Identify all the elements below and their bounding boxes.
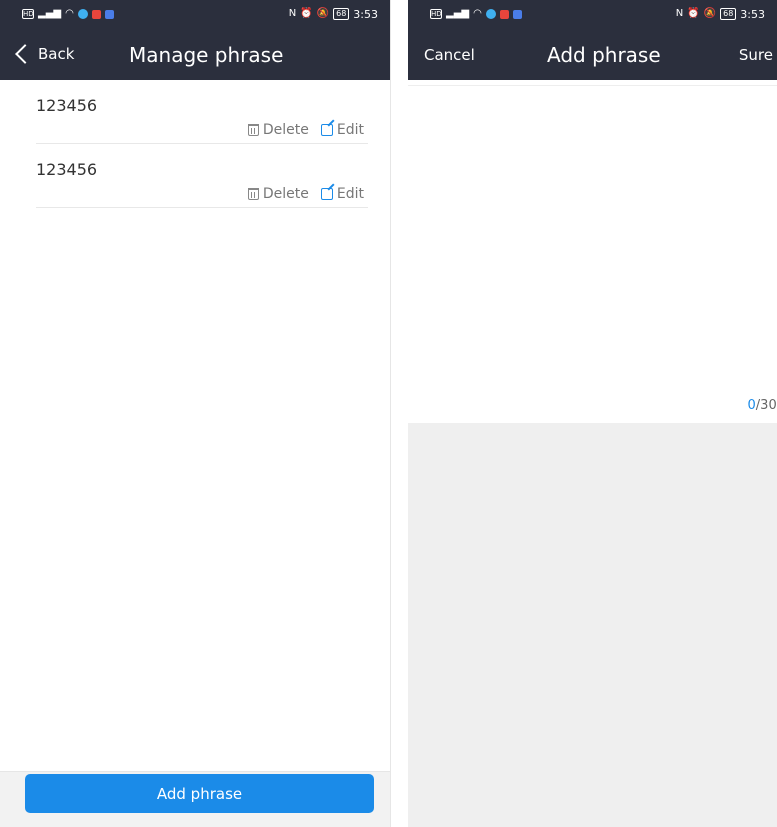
hd-icon: HD [22, 9, 34, 19]
wifi-icon: ◠ [473, 8, 482, 19]
delete-button[interactable]: Delete [247, 122, 309, 138]
edit-label: Edit [336, 122, 364, 138]
app-icon-3 [512, 9, 522, 19]
status-bar: HD ▂▄▆ ◠ N ⏰ 🔕 68 3:53 [0, 0, 390, 28]
edit-label: Edit [336, 186, 364, 202]
alarm-icon: ⏰ [300, 8, 313, 19]
nfc-icon: N [675, 8, 684, 19]
edit-icon [320, 188, 333, 200]
app-icon-2 [91, 9, 101, 19]
delete-label: Delete [262, 122, 309, 138]
phrase-actions: Delete Edit [247, 186, 364, 202]
battery-icon: 68 [333, 8, 350, 20]
page-title: Add phrase [547, 43, 661, 67]
edit-button[interactable]: Edit [320, 186, 364, 202]
phrase-actions: Delete Edit [247, 122, 364, 138]
status-left-icons: HD ▂▄▆ ◠ [430, 8, 522, 20]
nfc-icon: N [288, 8, 297, 19]
nav-bar: Cancel Add phrase Sure [408, 28, 777, 80]
status-time: 3:53 [353, 7, 378, 21]
char-count-max: /300 [755, 398, 777, 413]
chevron-left-icon [15, 44, 35, 64]
alarm-icon: ⏰ [687, 8, 700, 19]
manage-phrase-screen: HD ▂▄▆ ◠ N ⏰ 🔕 68 3:53 Back Manage phras… [0, 0, 391, 827]
hd-icon: HD [430, 9, 442, 19]
status-right-icons: N ⏰ 🔕 68 3:53 [289, 8, 378, 21]
phrase-text: 123456 [36, 96, 98, 115]
status-time: 3:53 [740, 7, 765, 21]
nav-bar: Back Manage phrase [0, 28, 390, 80]
app-icon-1 [485, 9, 496, 19]
app-icon-2 [499, 9, 509, 19]
edit-button[interactable]: Edit [320, 122, 364, 138]
cancel-button[interactable]: Cancel [424, 46, 475, 64]
mute-icon: 🔕 [703, 8, 717, 19]
char-count-current: 0 [747, 398, 756, 413]
trash-icon [247, 124, 259, 136]
wifi-icon: ◠ [65, 8, 74, 19]
delete-button[interactable]: Delete [247, 186, 309, 202]
signal-icon: ▂▄▆ [38, 8, 62, 19]
back-label: Back [38, 45, 75, 63]
bottom-bar: Add phrase [0, 771, 390, 827]
phrase-list: 123456 Delete Edit 123456 Delete Edit [0, 80, 390, 208]
add-phrase-button[interactable]: Add phrase [25, 774, 374, 813]
phrase-input-area: 0/300 [408, 85, 777, 423]
add-phrase-screen: HD ▂▄▆ ◠ N ⏰ 🔕 68 3:53 Cancel Add phrase… [408, 0, 777, 827]
battery-icon: 68 [720, 8, 737, 20]
app-icon-3 [104, 9, 114, 19]
mute-icon: 🔕 [316, 8, 330, 19]
trash-icon [247, 188, 259, 200]
status-left-icons: HD ▂▄▆ ◠ [22, 8, 114, 20]
list-item: 123456 Delete Edit [36, 80, 368, 144]
list-item: 123456 Delete Edit [36, 144, 368, 208]
back-button[interactable]: Back [12, 44, 75, 64]
edit-icon [320, 124, 333, 136]
phrase-text: 123456 [36, 160, 98, 179]
char-counter: 0/300 [748, 398, 777, 413]
status-bar: HD ▂▄▆ ◠ N ⏰ 🔕 68 3:53 [408, 0, 777, 28]
empty-background [408, 423, 777, 827]
phrase-input[interactable] [408, 86, 777, 376]
delete-label: Delete [262, 186, 309, 202]
app-icon-1 [77, 9, 88, 19]
page-title: Manage phrase [129, 43, 284, 67]
sure-button[interactable]: Sure [739, 46, 773, 64]
status-right-icons: N ⏰ 🔕 68 3:53 [676, 8, 765, 21]
signal-icon: ▂▄▆ [446, 8, 470, 19]
